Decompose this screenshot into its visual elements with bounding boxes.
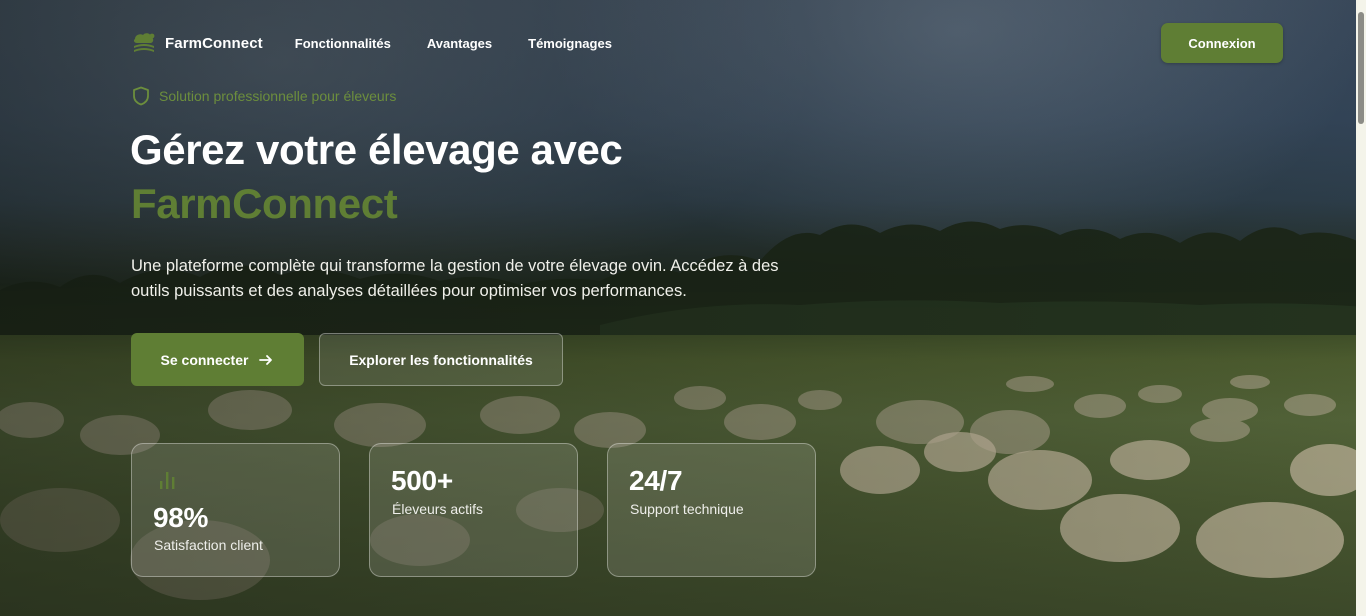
hero-description: Une plateforme complète qui transforme l… [131, 257, 779, 300]
stats-row: 98% Satisfaction client 500+ Éleveurs ac… [131, 443, 816, 577]
stat-card-satisfaction: 98% Satisfaction client [131, 443, 340, 577]
stat-value: 98% [153, 502, 209, 533]
scrollbar-thumb[interactable] [1358, 12, 1364, 124]
stat-card-support: 24/7 Support technique [607, 443, 816, 577]
connect-button-label: Se connecter [160, 351, 249, 368]
hero-badge: Solution professionnelle pour éleveurs [132, 86, 396, 106]
brand-logo[interactable]: FarmConnect [131, 30, 263, 56]
connect-button[interactable]: Se connecter [131, 333, 304, 386]
hero-title: Gérez votre élevage avec [130, 126, 623, 173]
stat-value: 500+ [391, 465, 453, 496]
top-navigation: FarmConnect Fonctionnalités Avantages Té… [131, 28, 612, 58]
brand-name: FarmConnect [165, 34, 263, 52]
bar-chart-icon [160, 472, 175, 489]
stat-value: 24/7 [629, 465, 683, 496]
stat-label: Support technique [630, 501, 744, 517]
hero-title-brand: FarmConnect [131, 180, 398, 227]
sheep-logo-icon [133, 33, 155, 52]
nav-links: Fonctionnalités Avantages Témoignages [295, 36, 612, 51]
stat-label: Satisfaction client [154, 537, 263, 553]
nav-link-fonctionnalites[interactable]: Fonctionnalités [295, 36, 391, 51]
nav-link-avantages[interactable]: Avantages [427, 36, 492, 51]
explore-features-label: Explorer les fonctionnalités [349, 351, 533, 368]
landing-page: FarmConnect Fonctionnalités Avantages Té… [0, 0, 1366, 616]
hero-cta-group: Se connecter Explorer les fonctionnalité… [131, 333, 563, 386]
nav-link-temoignages[interactable]: Témoignages [528, 36, 612, 51]
shield-icon [133, 86, 149, 106]
stat-card-farmers: 500+ Éleveurs actifs [369, 443, 578, 577]
stat-label: Éleveurs actifs [392, 501, 484, 517]
login-button[interactable]: Connexion [1161, 23, 1283, 63]
arrow-right-icon [259, 354, 273, 365]
explore-features-button[interactable]: Explorer les fonctionnalités [319, 333, 563, 386]
page-scrollbar[interactable] [1356, 0, 1366, 616]
badge-text: Solution professionnelle pour éleveurs [159, 88, 397, 104]
